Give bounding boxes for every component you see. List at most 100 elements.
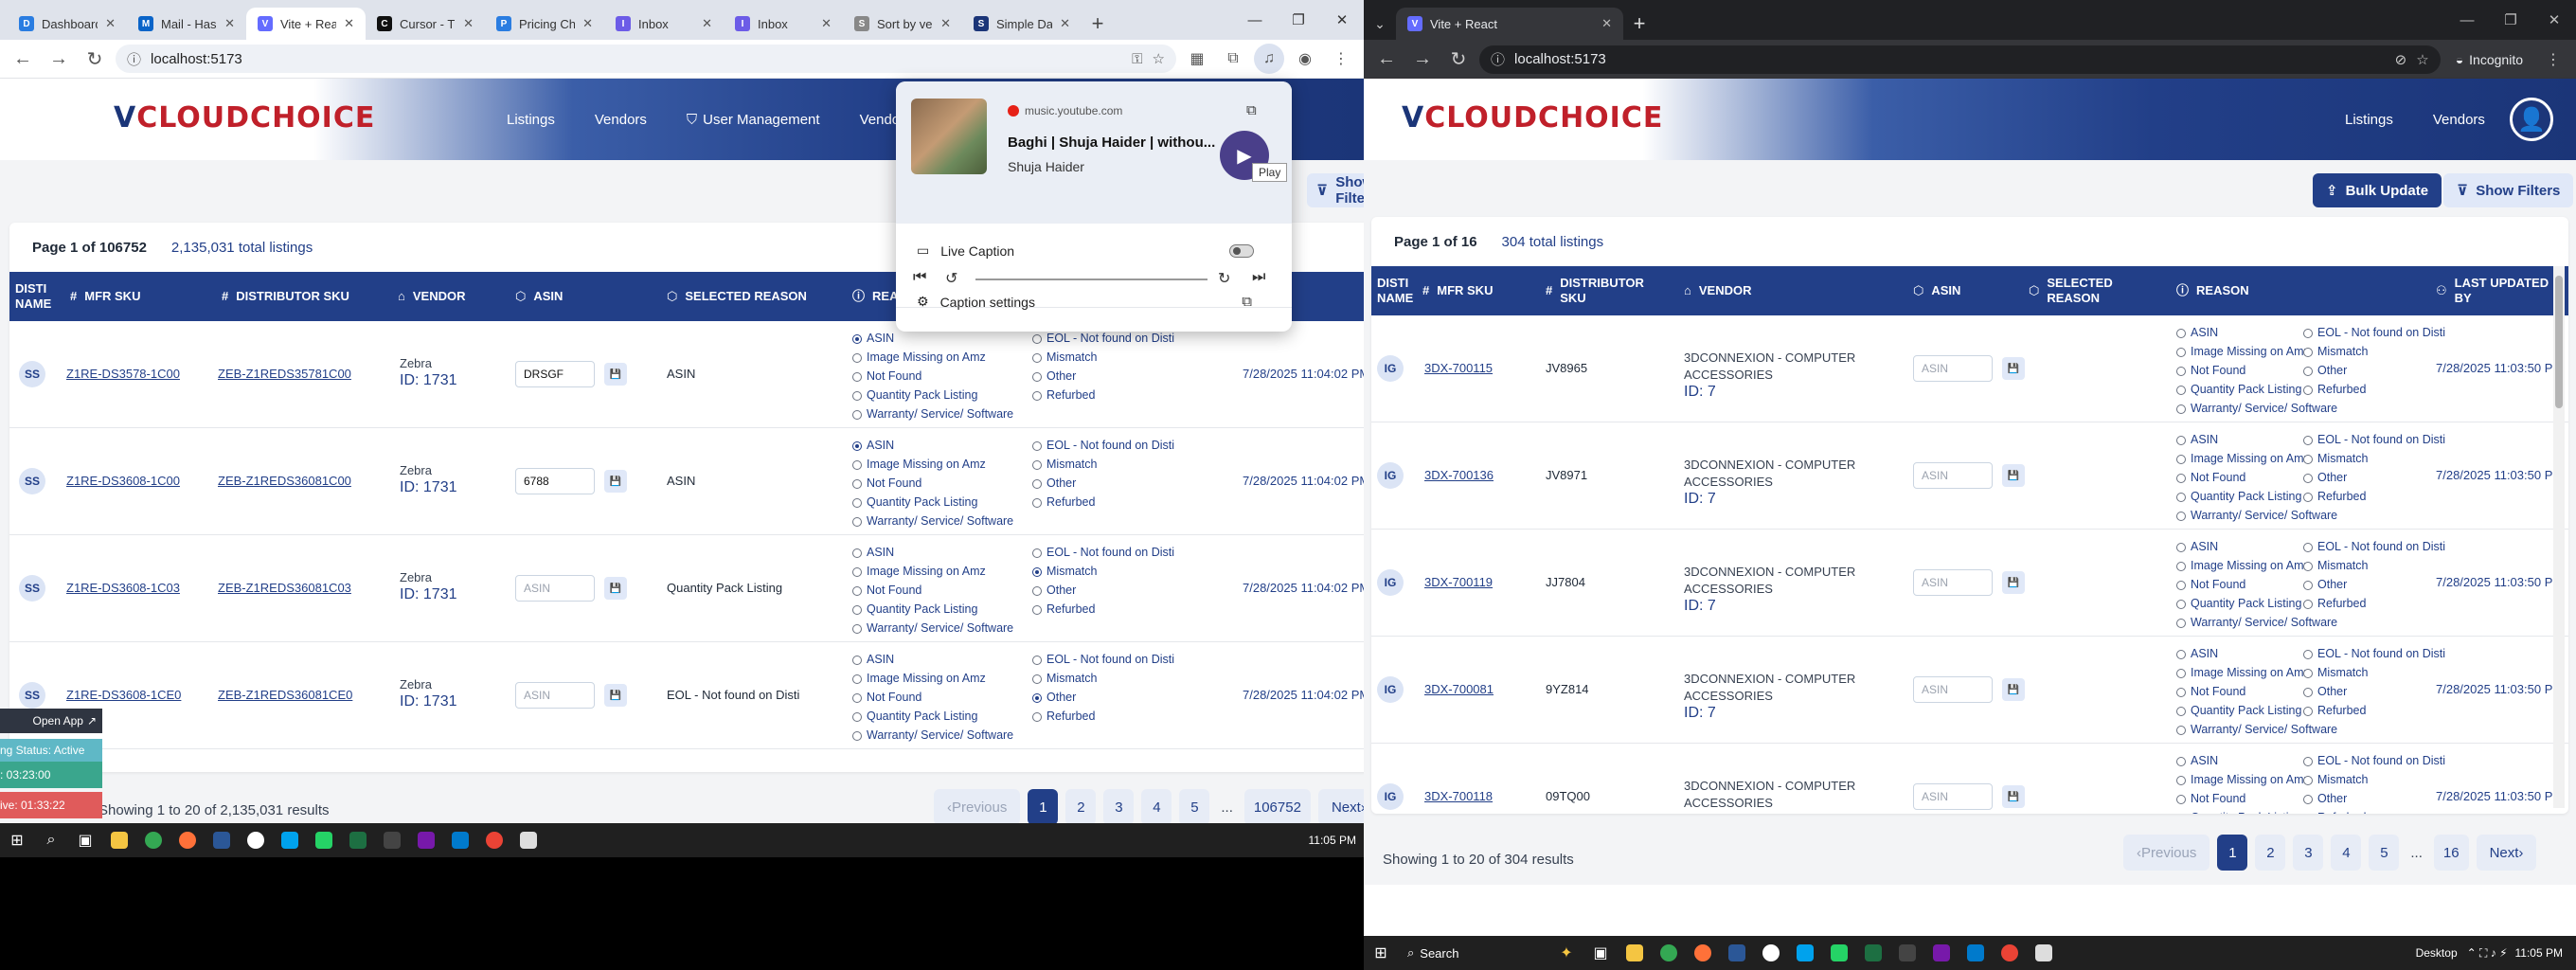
close-tab-icon[interactable]: ✕: [702, 16, 712, 31]
tab-search-icon[interactable]: ⌄: [1364, 8, 1396, 40]
reason-option[interactable]: ASIN: [2176, 432, 2303, 448]
browser-tab[interactable]: D Dashboard ✕: [8, 8, 127, 40]
distributor-sku[interactable]: ZEB-Z1REDS36081C03: [218, 581, 351, 595]
radio-button[interactable]: [2303, 794, 2313, 804]
file-explorer-icon[interactable]: [1618, 936, 1652, 970]
reason-option[interactable]: ASIN: [2176, 325, 2303, 341]
reason-option[interactable]: Other: [2303, 577, 2445, 593]
reason-option[interactable]: Quantity Pack Listing: [2176, 382, 2303, 398]
app-icon[interactable]: [1720, 936, 1754, 970]
back-icon[interactable]: ←: [1371, 45, 1402, 75]
radio-button[interactable]: [852, 333, 862, 344]
profile-icon[interactable]: ◉: [1290, 44, 1320, 74]
page-3-button[interactable]: 3: [1103, 789, 1135, 825]
radio-button[interactable]: [1032, 459, 1042, 470]
app-icon[interactable]: [1754, 936, 1788, 970]
extension-icon[interactable]: ▦: [1182, 44, 1212, 74]
reason-option[interactable]: Warranty/ Service/ Software: [2176, 401, 2337, 417]
chrome-icon[interactable]: [1993, 936, 2027, 970]
radio-button[interactable]: [2176, 347, 2186, 357]
radio-button[interactable]: [1032, 371, 1042, 382]
reason-option[interactable]: Quantity Pack Listing: [2176, 596, 2303, 612]
firefox-icon[interactable]: [170, 823, 205, 857]
reason-option[interactable]: Image Missing on Amz: [2176, 451, 2310, 467]
app-icon[interactable]: [1822, 936, 1856, 970]
radio-button[interactable]: [2176, 775, 2186, 785]
radio-button[interactable]: [2303, 775, 2313, 785]
mfr-sku-link[interactable]: 3DX-700118: [1424, 789, 1493, 803]
reason-option[interactable]: Other: [1032, 476, 1222, 492]
radio-button[interactable]: [852, 711, 862, 722]
radio-button[interactable]: [852, 409, 862, 420]
asin-input[interactable]: ASIN: [1913, 462, 1993, 489]
reason-option[interactable]: Other: [2303, 791, 2445, 807]
reason-option[interactable]: Quantity Pack Listing: [852, 709, 1032, 725]
asin-input[interactable]: ASIN: [515, 682, 595, 709]
reason-option[interactable]: Not Found: [852, 476, 1032, 492]
radio-button[interactable]: [2303, 366, 2313, 376]
eye-off-icon[interactable]: ⊘: [2395, 51, 2407, 68]
progress-bar[interactable]: [975, 278, 1208, 280]
browser-tab[interactable]: S Simple Da ✕: [962, 8, 1082, 40]
user-avatar-icon[interactable]: 👤: [2510, 98, 2553, 141]
radio-button[interactable]: [2303, 385, 2313, 395]
radio-button[interactable]: [1032, 566, 1042, 577]
radio-button[interactable]: [852, 692, 862, 703]
save-icon[interactable]: 💾: [2002, 785, 2025, 808]
reason-option[interactable]: ASIN: [852, 652, 1032, 668]
radio-button[interactable]: [2303, 813, 2313, 814]
desktop-label[interactable]: Desktop: [2416, 946, 2467, 960]
new-tab-button[interactable]: +: [1082, 8, 1114, 40]
radio-button[interactable]: [1032, 497, 1042, 508]
close-tab-icon[interactable]: ✕: [821, 16, 832, 31]
reason-option[interactable]: Image Missing on Amz: [2176, 772, 2310, 788]
close-window-icon[interactable]: ✕: [1320, 0, 1364, 40]
reason-option[interactable]: EOL - Not found on Disti: [1032, 545, 1222, 561]
seek-forward-icon[interactable]: ↻: [1218, 269, 1230, 288]
chrome-icon[interactable]: [136, 823, 170, 857]
page-1-button[interactable]: 1: [1028, 789, 1059, 825]
app-icon[interactable]: [239, 823, 273, 857]
reason-option[interactable]: EOL - Not found on Disti: [1032, 652, 1222, 668]
reason-option[interactable]: Refurbed: [2303, 703, 2445, 719]
close-tab-icon[interactable]: ✕: [344, 16, 354, 31]
onenote-icon[interactable]: [409, 823, 443, 857]
reason-option[interactable]: Not Found: [852, 583, 1032, 599]
radio-button[interactable]: [2303, 580, 2313, 590]
bookmark-star-icon[interactable]: ☆: [2416, 51, 2428, 68]
live-caption-toggle[interactable]: [1229, 243, 1254, 258]
radio-button[interactable]: [852, 548, 862, 558]
radio-button[interactable]: [2176, 454, 2186, 464]
reason-option[interactable]: ASIN: [852, 545, 1032, 561]
radio-button[interactable]: [2176, 725, 2186, 735]
reason-option[interactable]: Refurbed: [2303, 489, 2445, 505]
reason-option[interactable]: Mismatch: [1032, 564, 1222, 580]
seek-back-icon[interactable]: ↺: [945, 269, 957, 288]
page-1-button[interactable]: 1: [2217, 835, 2248, 871]
radio-button[interactable]: [2176, 649, 2186, 659]
page-5-button[interactable]: 5: [2369, 835, 2400, 871]
mfr-sku-link[interactable]: 3DX-700081: [1424, 682, 1494, 696]
previous-track-icon[interactable]: ⏮: [913, 269, 926, 286]
radio-button[interactable]: [852, 459, 862, 470]
radio-button[interactable]: [2303, 328, 2313, 338]
logo[interactable]: VCLOUDCHOICE: [1402, 101, 1663, 135]
mfr-sku-link[interactable]: 3DX-700119: [1424, 575, 1493, 589]
page-3-button[interactable]: 3: [2293, 835, 2324, 871]
task-view-icon[interactable]: ▣: [68, 823, 102, 857]
asin-input[interactable]: ASIN: [1913, 676, 1993, 703]
mfr-sku-link[interactable]: Z1RE-DS3578-1C00: [66, 367, 180, 381]
reason-option[interactable]: Warranty/ Service/ Software: [852, 406, 1032, 422]
reason-option[interactable]: Image Missing on Amz: [2176, 558, 2310, 574]
page-4-button[interactable]: 4: [1141, 789, 1172, 825]
save-icon[interactable]: 💾: [2002, 571, 2025, 594]
reason-option[interactable]: ASIN: [852, 331, 1032, 347]
asin-input[interactable]: ASIN: [1913, 355, 1993, 382]
reason-option[interactable]: Quantity Pack Listing: [2176, 489, 2303, 505]
radio-button[interactable]: [2176, 492, 2186, 502]
reason-option[interactable]: Mismatch: [2303, 772, 2445, 788]
save-icon[interactable]: 💾: [2002, 678, 2025, 701]
reason-option[interactable]: Not Found: [2176, 363, 2303, 379]
radio-button[interactable]: [2176, 511, 2186, 521]
reason-option[interactable]: Quantity Pack Listing: [852, 494, 1032, 511]
